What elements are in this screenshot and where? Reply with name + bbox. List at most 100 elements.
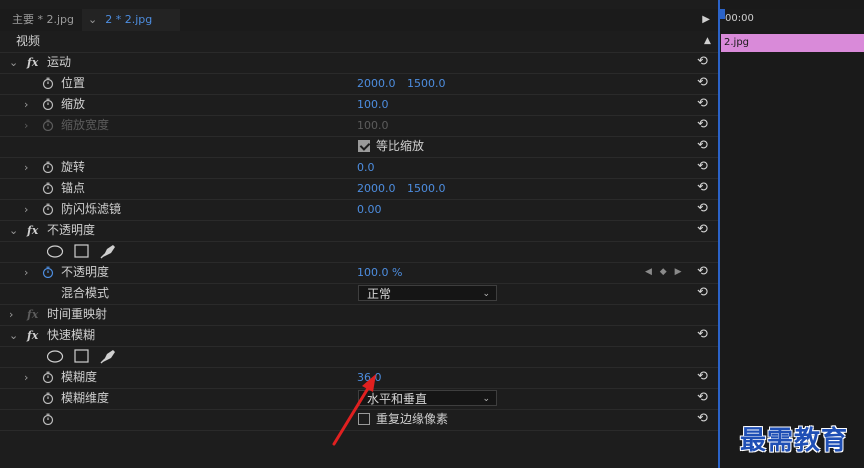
chevron-down-icon[interactable]: ⌄: [88, 13, 97, 26]
time-ruler[interactable]: 00:00: [720, 9, 864, 31]
param-scale-width-row: › 缩放宽度 100.0 ⟲: [0, 115, 718, 137]
chevron-right-icon[interactable]: ›: [24, 157, 28, 178]
tab-master[interactable]: 主要 * 2.jpg: [12, 9, 74, 31]
stopwatch-icon: [42, 119, 54, 131]
stopwatch-icon[interactable]: [42, 98, 54, 110]
anchor-y-value[interactable]: 1500.0: [407, 178, 446, 199]
param-blurriness-row: › 模糊度 36.0 ⟲: [0, 367, 718, 389]
chevron-right-icon[interactable]: ›: [24, 367, 28, 388]
chevron-right-icon[interactable]: ›: [24, 94, 28, 115]
stopwatch-active-icon[interactable]: [42, 266, 54, 278]
blur-dimensions-value: 水平和垂直: [367, 392, 428, 406]
anti-flicker-value[interactable]: 0.00: [357, 199, 382, 220]
param-label: 模糊度: [61, 370, 98, 384]
anchor-x-value[interactable]: 2000.0: [357, 178, 396, 199]
param-anchor-row: 锚点 2000.0 1500.0 ⟲: [0, 178, 718, 200]
stopwatch-icon[interactable]: [42, 77, 54, 89]
position-y-value[interactable]: 1500.0: [407, 73, 446, 94]
param-opacity-row: › 不透明度 100.0 % ◀ ◆ ▶ ⟲: [0, 262, 718, 284]
blur-dimensions-select[interactable]: 水平和垂直 ⌄: [358, 390, 497, 406]
rectangle-mask-icon[interactable]: [74, 244, 89, 258]
param-blend-mode-row: 混合模式 正常 ⌄ ⟲: [0, 283, 718, 305]
position-x-value[interactable]: 2000.0: [357, 73, 396, 94]
rotation-value[interactable]: 0.0: [357, 157, 375, 178]
param-label: 缩放宽度: [61, 118, 110, 132]
stopwatch-icon[interactable]: [42, 392, 54, 404]
param-blur-dimensions-row: 模糊维度 水平和垂直 ⌄ ⟲: [0, 388, 718, 410]
repeat-edge-label: 重复边缘像素: [376, 412, 449, 426]
blurriness-value[interactable]: 36.0: [357, 367, 382, 388]
reset-icon[interactable]: ⟲: [697, 55, 708, 69]
reset-icon[interactable]: ⟲: [697, 370, 708, 384]
tab-clip[interactable]: ⌄ 2 * 2.jpg: [82, 9, 181, 31]
repeat-edge-checkbox[interactable]: [358, 413, 370, 425]
stopwatch-icon[interactable]: [42, 203, 54, 215]
tab-clip-label: 2 * 2.jpg: [105, 13, 153, 26]
timeline-clip[interactable]: 2.jpg: [721, 34, 864, 52]
effect-opacity-row[interactable]: ⌄ fx 不透明度 ⟲: [0, 220, 718, 242]
stopwatch-icon[interactable]: [42, 413, 54, 425]
reset-icon[interactable]: ⟲: [697, 265, 708, 279]
param-label: 缩放: [61, 97, 86, 111]
keyframe-nav: ◀ ◆ ▶: [645, 262, 682, 283]
chevron-right-icon[interactable]: ›: [24, 199, 28, 220]
reset-icon[interactable]: ⟲: [697, 328, 708, 342]
pen-mask-icon[interactable]: [100, 350, 115, 364]
prev-keyframe-icon[interactable]: ◀: [645, 267, 652, 277]
reset-icon[interactable]: ⟲: [697, 202, 708, 216]
effect-controls-panel: 视频 ▲ ⌄ fx 运动 ⟲ 位置 2000.0 1500.0 ⟲ › 缩放 1…: [0, 31, 718, 468]
mask-tools: [47, 349, 115, 364]
reset-icon[interactable]: ⟲: [697, 286, 708, 300]
uniform-scale-checkbox[interactable]: [358, 140, 370, 152]
reset-icon[interactable]: ⟲: [697, 223, 708, 237]
param-position-row: 位置 2000.0 1500.0 ⟲: [0, 73, 718, 95]
reset-icon[interactable]: ⟲: [697, 160, 708, 174]
ellipse-mask-icon[interactable]: [47, 350, 64, 363]
effect-fast-blur-row[interactable]: ⌄ fx 快速模糊 ⟲: [0, 325, 718, 347]
play-triangle-icon[interactable]: ▶: [702, 9, 710, 31]
playhead-icon[interactable]: [720, 9, 725, 19]
rectangle-mask-icon[interactable]: [74, 349, 89, 363]
reset-icon[interactable]: ⟲: [697, 139, 708, 153]
reset-icon[interactable]: ⟲: [697, 118, 708, 132]
reset-icon[interactable]: ⟲: [697, 97, 708, 111]
pen-mask-icon[interactable]: [100, 245, 115, 259]
reset-icon[interactable]: ⟲: [697, 76, 708, 90]
fx-icon[interactable]: fx: [27, 325, 38, 346]
section-title: 视频: [16, 34, 41, 48]
param-label: 位置: [61, 76, 86, 90]
effect-label: 快速模糊: [47, 328, 96, 342]
opacity-value[interactable]: 100.0 %: [357, 262, 402, 283]
mask-tools: [47, 244, 115, 259]
param-label: 混合模式: [61, 286, 110, 300]
chevron-right-icon[interactable]: ›: [9, 304, 13, 325]
scale-value[interactable]: 100.0: [357, 94, 389, 115]
tab-bar: 主要 * 2.jpg ⌄ 2 * 2.jpg ▶: [0, 9, 718, 31]
reset-icon[interactable]: ⟲: [697, 412, 708, 426]
effect-time-remap-row[interactable]: › fx 时间重映射: [0, 304, 718, 326]
chevron-down-icon: ⌄: [482, 394, 490, 404]
collapse-up-icon[interactable]: ▲: [704, 31, 711, 52]
chevron-down-icon[interactable]: ⌄: [9, 325, 18, 346]
stopwatch-icon[interactable]: [42, 182, 54, 194]
fx-icon[interactable]: fx: [27, 52, 38, 73]
param-label: 旋转: [61, 160, 86, 174]
blend-mode-select[interactable]: 正常 ⌄: [358, 285, 497, 301]
chevron-down-icon[interactable]: ⌄: [9, 52, 18, 73]
next-keyframe-icon[interactable]: ▶: [675, 267, 682, 277]
chevron-down-icon[interactable]: ⌄: [9, 220, 18, 241]
param-rotation-row: › 旋转 0.0 ⟲: [0, 157, 718, 179]
fx-icon[interactable]: fx: [27, 220, 38, 241]
param-anti-flicker-row: › 防闪烁滤镜 0.00 ⟲: [0, 199, 718, 221]
effect-motion-row[interactable]: ⌄ fx 运动 ⟲: [0, 52, 718, 74]
reset-icon[interactable]: ⟲: [697, 391, 708, 405]
ellipse-mask-icon[interactable]: [47, 245, 64, 258]
effect-label: 时间重映射: [47, 307, 108, 321]
reset-icon[interactable]: ⟲: [697, 181, 708, 195]
effect-label: 运动: [47, 55, 72, 69]
opacity-mask-tools-row: [0, 241, 718, 263]
stopwatch-icon[interactable]: [42, 371, 54, 383]
chevron-right-icon[interactable]: ›: [24, 262, 28, 283]
add-keyframe-icon[interactable]: ◆: [660, 267, 667, 277]
stopwatch-icon[interactable]: [42, 161, 54, 173]
